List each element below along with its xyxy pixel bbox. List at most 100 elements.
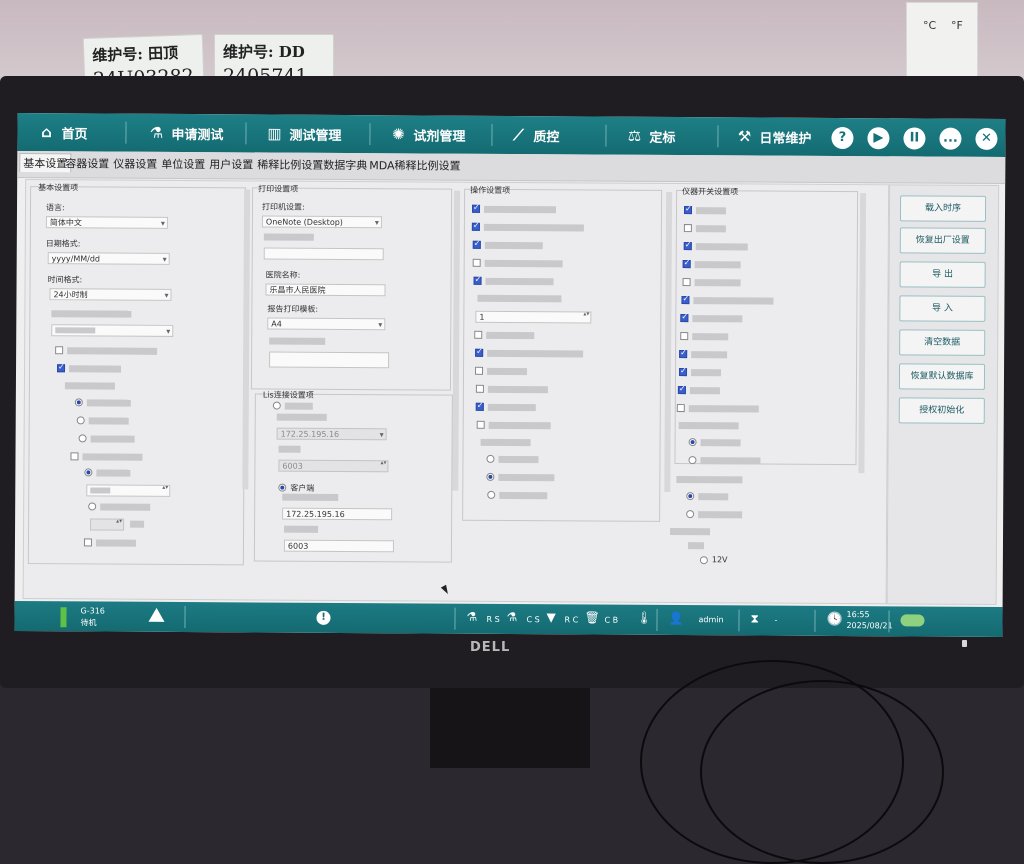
checkbox[interactable] (683, 206, 693, 215)
nav-calibration[interactable]: ⚖ 定标 (625, 124, 676, 148)
checkbox[interactable] (681, 296, 690, 305)
interval-input[interactable] (90, 518, 125, 531)
tab-container-settings[interactable]: 容器设置 (65, 155, 109, 171)
chat-button[interactable]: ... (939, 127, 962, 150)
radio-option[interactable] (84, 468, 93, 477)
scrollbar[interactable] (664, 191, 673, 492)
checkbox[interactable] (475, 366, 484, 375)
cloud-icon[interactable] (900, 614, 925, 627)
radio-option[interactable] (74, 398, 83, 407)
nav-home[interactable]: ⌂ 首页 (37, 120, 87, 144)
scrollbar[interactable] (452, 190, 461, 491)
checkbox[interactable] (683, 242, 692, 251)
hourglass-icon: ⧗ (750, 611, 759, 626)
nav-quality-control[interactable]: ⟋ 质控 (509, 123, 559, 147)
radio-option[interactable] (486, 472, 495, 481)
checkbox[interactable] (683, 224, 692, 233)
help-button[interactable]: ? (831, 126, 854, 150)
nav-test-management[interactable]: ▥ 测试管理 (265, 122, 341, 146)
factory-reset-button[interactable]: 恢复出厂设置 (899, 227, 986, 254)
checkbox[interactable] (471, 222, 480, 231)
checkbox[interactable] (472, 240, 481, 249)
scan-label-placeholder (678, 422, 739, 430)
date-format-select[interactable]: yyyy/MM/dd (47, 252, 170, 265)
nav-request-test[interactable]: ⚗ 申请测试 (147, 121, 224, 145)
checkbox[interactable] (475, 384, 484, 393)
radio-option[interactable] (686, 510, 695, 519)
client-ip-input[interactable]: 172.25.195.16 (282, 507, 393, 521)
server-ip-input[interactable]: 172.25.195.16 (276, 427, 387, 441)
tab-mda-dilution-settings[interactable]: MDA稀释比例设置 (369, 157, 460, 174)
tab-dilution-settings[interactable]: 稀释比例设置 (257, 156, 323, 172)
export-button[interactable]: 导 出 (899, 261, 986, 288)
restore-default-db-button[interactable]: 恢复默认数据库 (898, 363, 986, 390)
nav-daily-maintenance[interactable]: ⚒ 日常维护 (735, 124, 812, 148)
checkbox[interactable] (472, 258, 481, 267)
play-button[interactable]: ▶ (867, 127, 890, 150)
radio-option[interactable] (688, 456, 697, 465)
radio-option[interactable] (686, 492, 695, 501)
load-timing-button[interactable]: 载入时序 (899, 195, 987, 222)
radio-option[interactable] (78, 434, 87, 443)
interval-hours-input[interactable]: 1 (475, 310, 592, 324)
import-button[interactable]: 导 入 (899, 295, 986, 322)
server-port-input[interactable]: 6003 (278, 459, 389, 473)
checkbox[interactable] (55, 346, 64, 355)
tab-basic-settings[interactable]: 基本设置 (19, 152, 72, 173)
option-placeholder (688, 405, 759, 413)
radio-option[interactable] (487, 490, 496, 499)
clear-data-button[interactable]: 清空数据 (899, 329, 986, 356)
result-display-select[interactable] (51, 324, 174, 337)
checkbox[interactable] (680, 332, 689, 341)
alert-icon[interactable]: ! (316, 610, 331, 625)
client-port-input[interactable]: 6003 (283, 539, 394, 553)
license-init-button[interactable]: 授权初始化 (898, 397, 985, 424)
radio-option[interactable] (688, 438, 697, 447)
calibrate-icon: ⚖ (627, 126, 642, 145)
checkbox[interactable] (475, 402, 484, 411)
flask-icon: ⚗ (506, 609, 518, 625)
lis-client-radio[interactable] (278, 483, 287, 492)
tab-instrument-settings[interactable]: 仪器设置 (113, 156, 157, 172)
rack-icon: ▥ (267, 124, 282, 143)
checkbox[interactable] (679, 350, 688, 359)
checkbox[interactable] (475, 348, 484, 357)
checkbox[interactable] (57, 364, 66, 373)
checkbox[interactable] (682, 260, 691, 269)
hospital-name-input[interactable]: 乐昌市人民医院 (265, 283, 386, 297)
warning-icon[interactable] (148, 607, 165, 622)
nav-reagent-management[interactable]: ✺ 试剂管理 (389, 122, 465, 146)
scrollbar[interactable] (242, 189, 251, 490)
language-select[interactable]: 简体中文 (45, 216, 168, 229)
radio-option[interactable] (76, 416, 85, 425)
checkbox[interactable] (677, 386, 686, 395)
tab-unit-settings[interactable]: 单位设置 (161, 156, 205, 172)
voltage-radio[interactable] (699, 556, 708, 565)
checkbox[interactable] (678, 368, 688, 377)
checkbox[interactable] (680, 314, 689, 323)
checkbox[interactable] (70, 452, 79, 461)
checkbox[interactable] (474, 330, 483, 339)
report-template-select[interactable]: A4 (267, 317, 386, 331)
radio-option[interactable] (486, 454, 495, 463)
printer-select[interactable]: OneNote (Desktop) (261, 215, 382, 229)
tab-data-dictionary[interactable]: 数据字典 (323, 157, 367, 173)
checkbox[interactable] (473, 276, 482, 285)
checkbox[interactable] (476, 420, 485, 429)
status-separator (888, 610, 890, 633)
checkbox[interactable] (676, 404, 685, 413)
checkbox[interactable] (471, 204, 481, 213)
radio-option[interactable] (88, 502, 97, 511)
checkbox[interactable] (83, 538, 92, 547)
close-button[interactable]: ✕ (975, 127, 998, 150)
scrollbar[interactable] (858, 193, 867, 474)
pause-button[interactable]: II (903, 127, 926, 150)
cooling-label-placeholder (670, 527, 711, 536)
tab-user-settings[interactable]: 用户设置 (209, 156, 253, 172)
fixed-time-input[interactable] (86, 484, 171, 497)
disclaimer-input[interactable] (269, 351, 390, 369)
report-title-input[interactable] (263, 247, 384, 261)
lis-server-radio[interactable] (272, 401, 281, 410)
time-format-select[interactable]: 24小时制 (49, 288, 172, 301)
checkbox[interactable] (682, 278, 691, 287)
